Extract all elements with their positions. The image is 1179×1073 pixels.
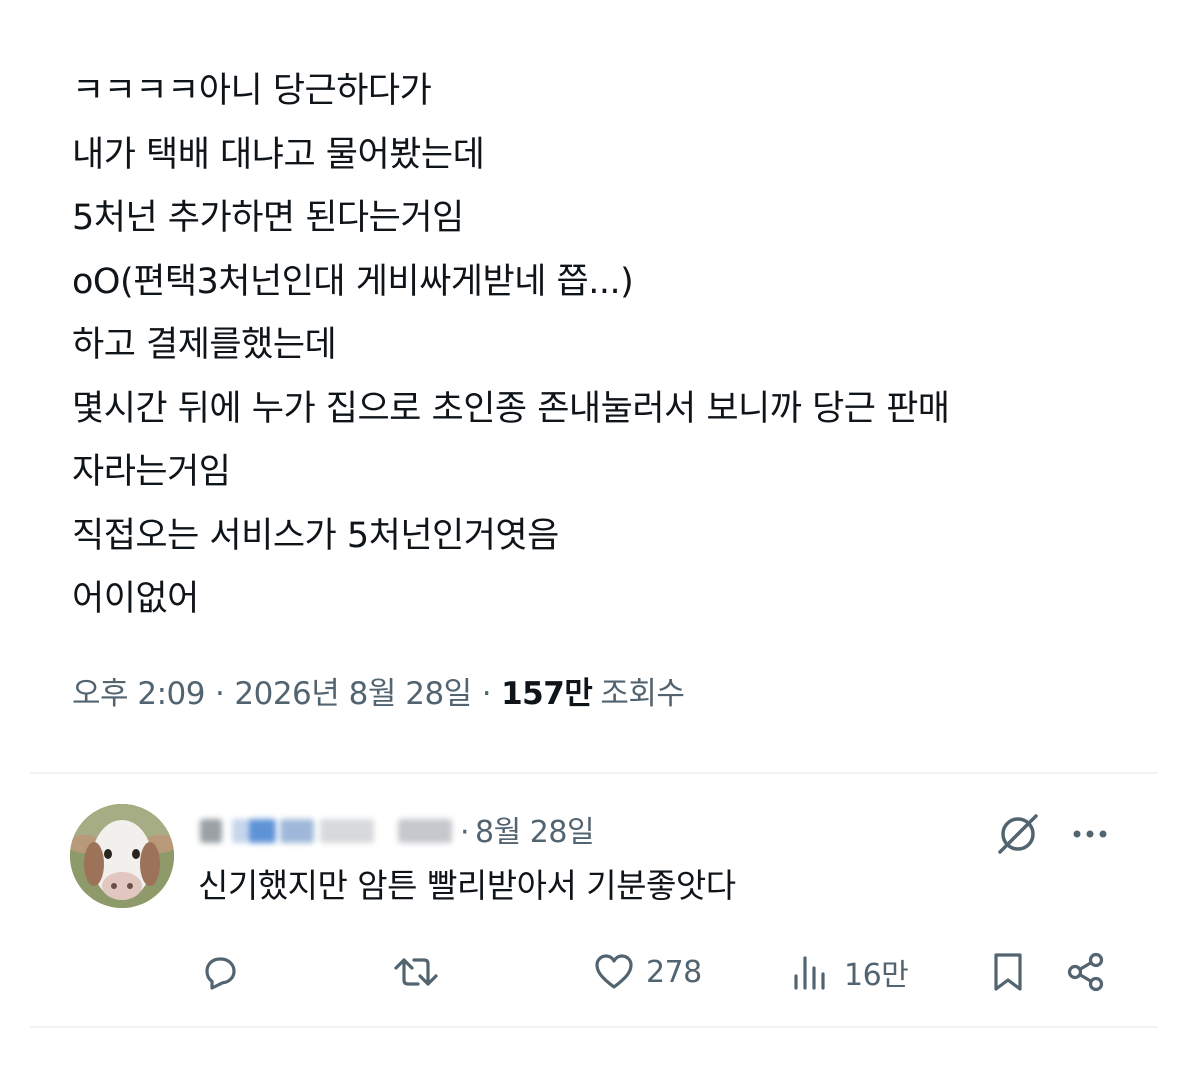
reply-text: 신기했지만 암튼 빨리받아서 기분좋앗다: [198, 866, 736, 905]
repost-button[interactable]: [392, 944, 450, 1000]
date-separator: ·: [460, 815, 470, 850]
cow-avatar-image: [70, 804, 174, 908]
post-text-line: 하고 결제를했는데: [72, 325, 337, 365]
post-body: ㅋㅋㅋㅋ아니 당근하다가 내가 택배 대냐고 물어봤는데 5처넌 추가하면 된다…: [72, 60, 1152, 632]
post-text-line: 어이없어: [72, 579, 199, 619]
share-button[interactable]: [1064, 944, 1108, 1000]
like-count: 278: [646, 954, 702, 990]
post-time[interactable]: 오후 2:09: [72, 676, 206, 712]
post-text-line: 직접오는 서비스가 5처넌인거엿음: [72, 515, 559, 556]
post-text-line: 내가 택배 대냐고 물어봤는데: [72, 134, 485, 175]
heart-icon: [595, 954, 633, 989]
post-meta: 오후 2:09 · 2026년 8월 28일 · 157만 조회수: [72, 668, 685, 720]
like-button[interactable]: 278: [592, 944, 702, 1000]
post-date[interactable]: 2026년 8월 28일: [234, 676, 472, 712]
reply-tweet[interactable]: · 8월 28일 신기했지만 암튼 빨리받아서 기분좋앗다 278 16만: [0, 774, 1179, 1024]
views-icon: [794, 956, 825, 990]
post-page: ㅋㅋㅋㅋ아니 당근하다가 내가 택배 대냐고 물어봤는데 5처넌 추가하면 된다…: [0, 0, 1179, 1073]
reply-date-text: 8월 28일: [475, 815, 595, 850]
post-text-line: ㅋㅋㅋㅋ아니 당근하다가: [72, 71, 432, 111]
views-button[interactable]: 16만: [790, 944, 909, 1000]
reply-header: · 8월 28일: [198, 804, 595, 854]
avatar[interactable]: [70, 804, 174, 908]
share-icon: [1067, 952, 1104, 992]
post-text-line: 자라는거임: [72, 452, 231, 492]
post-text-line: oO(편택3처넌인대 게비싸게받네 쯥...): [72, 261, 634, 302]
meta-separator: ·: [215, 676, 225, 712]
more-button[interactable]: [1066, 810, 1114, 858]
meta-separator: ·: [481, 676, 492, 712]
grok-button[interactable]: [994, 810, 1042, 858]
post-text-line: 몇시간 뒤에 누가 집으로 초인종 존내눌러서 보니까 당근 판매: [72, 388, 950, 429]
post-text-line: 5처넌 추가하면 된다는거임: [72, 198, 464, 238]
divider: [30, 1026, 1158, 1028]
more-icon: [1073, 830, 1107, 838]
repost-icon: [394, 958, 438, 986]
bookmark-icon: [994, 953, 1022, 991]
action-bar: 278 16만: [0, 944, 1179, 1000]
blurred-username[interactable]: [198, 807, 456, 851]
views-count: 157만: [501, 676, 593, 712]
reply-button[interactable]: [198, 944, 252, 1000]
views-label: 조회수: [600, 676, 685, 712]
bookmark-button[interactable]: [986, 944, 1030, 1000]
reply-icon: [205, 957, 236, 990]
view-count: 16만: [844, 958, 909, 993]
reply-date[interactable]: · 8월 28일: [460, 807, 595, 851]
grok-icon: [998, 814, 1038, 854]
